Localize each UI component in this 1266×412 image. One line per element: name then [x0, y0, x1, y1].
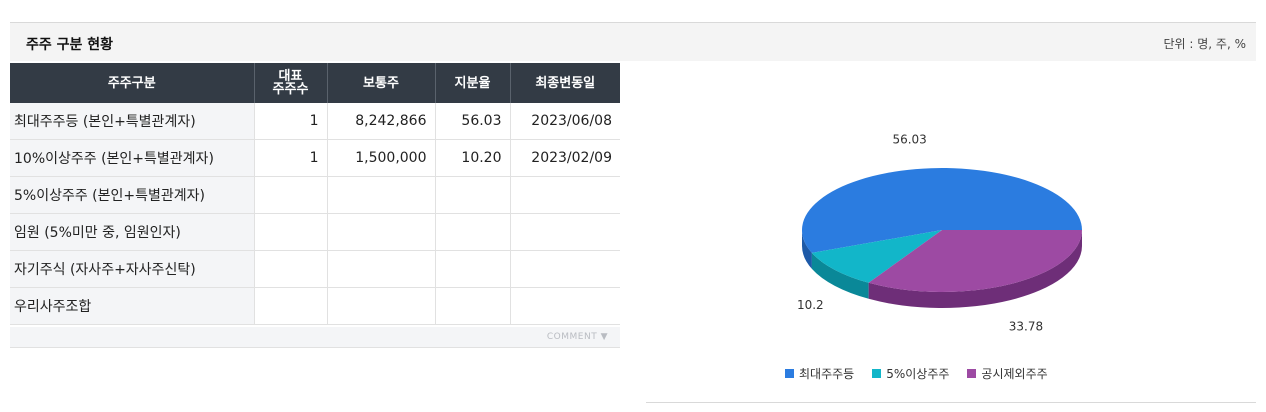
row-holders — [254, 287, 328, 325]
legend-label: 공시제외주주 — [981, 367, 1048, 381]
header-ratio: 지분율 — [435, 63, 511, 103]
row-category: 최대주주등 (본인+특별관계자) — [10, 103, 255, 140]
row-holders — [254, 213, 328, 251]
header-category: 주주구분 — [10, 63, 255, 103]
row-date — [510, 176, 620, 214]
row-date — [510, 287, 620, 325]
header-holders: 대표 주주수 — [254, 63, 328, 103]
pie-chart: 56.03 10.2 33.78 — [646, 62, 1258, 402]
row-ratio — [435, 213, 511, 251]
legend-label: 최대주주등 — [799, 367, 855, 381]
shareholder-table: 주주구분 대표 주주수 보통주 지분율 최종변동일 최대주주등 (본인+특별관계… — [10, 63, 620, 325]
row-date — [510, 250, 620, 288]
row-ratio — [435, 287, 511, 325]
row-shares — [327, 213, 436, 251]
table-row: 자기주식 (자사주+자사주신탁) — [10, 250, 620, 288]
row-shares — [327, 176, 436, 214]
row-ratio: 56.03 — [435, 103, 511, 140]
row-date: 2023/02/09 — [510, 139, 620, 177]
pie-data-label: 10.2 — [797, 298, 824, 312]
row-shares: 1,500,000 — [327, 139, 436, 177]
legend-item: 5%이상주주 — [872, 365, 949, 382]
row-holders: 1 — [254, 103, 328, 140]
comment-label: COMMENT — [546, 332, 598, 342]
legend-swatch — [872, 369, 882, 378]
row-category: 임원 (5%미만 중, 임원인자) — [10, 213, 255, 251]
chevron-down-icon: ▼ — [600, 332, 608, 342]
pie-data-label: 56.03 — [892, 133, 926, 147]
table-row: 우리사주조합 — [10, 287, 620, 325]
header-holders-label: 대표 주주수 — [272, 69, 309, 97]
row-shares: 8,242,866 — [327, 103, 436, 140]
header-date: 최종변동일 — [510, 63, 620, 103]
row-category: 5%이상주주 (본인+특별관계자) — [10, 176, 255, 214]
row-category: 10%이상주주 (본인+특별관계자) — [10, 139, 255, 177]
pie-data-label: 33.78 — [1009, 319, 1043, 333]
unit-label: 단위 : 명, 주, % — [1163, 37, 1247, 51]
chart-bottom-divider — [646, 402, 1256, 403]
row-date: 2023/06/08 — [510, 103, 620, 140]
row-holders: 1 — [254, 139, 328, 177]
legend-item: 최대주주등 — [785, 365, 854, 382]
table-row: 임원 (5%미만 중, 임원인자) — [10, 213, 620, 251]
table-row: 5%이상주주 (본인+특별관계자) — [10, 176, 620, 214]
row-holders — [254, 176, 328, 214]
row-shares — [327, 287, 436, 325]
pie-chart-svg: 56.03 10.2 33.78 — [797, 133, 1082, 333]
row-holders — [254, 250, 328, 288]
row-category: 우리사주조합 — [10, 287, 255, 325]
legend-label: 5%이상주주 — [886, 367, 950, 381]
section-title: 주주 구분 현황 — [26, 37, 114, 53]
section-header: 주주 구분 현황 단위 : 명, 주, % — [10, 23, 1256, 61]
row-ratio: 10.20 — [435, 139, 511, 177]
row-category: 자기주식 (자사주+자사주신탁) — [10, 250, 255, 288]
table-header-row: 주주구분 대표 주주수 보통주 지분율 최종변동일 — [10, 63, 620, 103]
row-ratio — [435, 250, 511, 288]
table-row: 10%이상주주 (본인+특별관계자) 1 1,500,000 10.20 2023/02… — [10, 139, 620, 177]
legend-swatch — [967, 369, 977, 378]
comment-bar[interactable]: COMMENT ▼ — [10, 327, 620, 348]
header-shares: 보통주 — [327, 63, 436, 103]
comment-toggle[interactable]: COMMENT ▼ — [547, 332, 608, 342]
row-ratio — [435, 176, 511, 214]
legend-swatch — [785, 369, 794, 378]
table-row: 최대주주등 (본인+특별관계자) 1 8,242,866 56.03 2023/06/0… — [10, 103, 620, 140]
row-date — [510, 213, 620, 251]
row-shares — [327, 250, 436, 288]
legend-item: 공시제외주주 — [967, 365, 1048, 382]
chart-legend: 최대주주등 5%이상주주 공시제외주주 — [785, 365, 1066, 382]
